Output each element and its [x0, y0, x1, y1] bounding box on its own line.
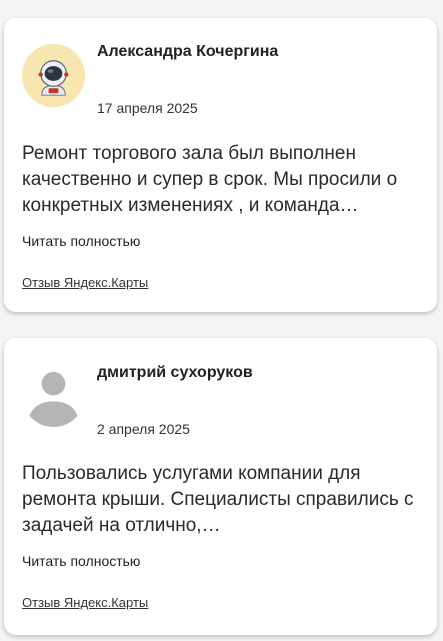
read-more-link[interactable]: Читать полностью [22, 553, 140, 569]
review-source-link[interactable]: Отзыв Яндекс.Карты [22, 595, 148, 610]
avatar [22, 44, 85, 107]
review-text: Пользовались услугами компании для ремон… [22, 463, 414, 536]
review-date: 17 апреля 2025 [97, 100, 198, 116]
author-name: Александра Кочергина [97, 43, 279, 60]
reviews-list: Александра Кочергина 17 апреля 2025 Ремо… [0, 0, 443, 641]
review-text: Ремонт торгового зала был выполнен качес… [22, 143, 398, 216]
review-source-link[interactable]: Отзыв Яндекс.Карты [22, 275, 148, 290]
review-card: Александра Кочергина 17 апреля 2025 Ремо… [4, 18, 437, 312]
avatar [22, 364, 85, 427]
default-user-avatar-icon [22, 364, 85, 427]
read-more-link[interactable]: Читать полностью [22, 233, 140, 249]
review-date: 2 апреля 2025 [97, 421, 190, 437]
author-name: дмитрий сухоруков [97, 364, 253, 381]
astronaut-avatar-icon [22, 44, 85, 107]
review-card: дмитрий сухоруков 2 апреля 2025 Пользова… [4, 338, 437, 635]
